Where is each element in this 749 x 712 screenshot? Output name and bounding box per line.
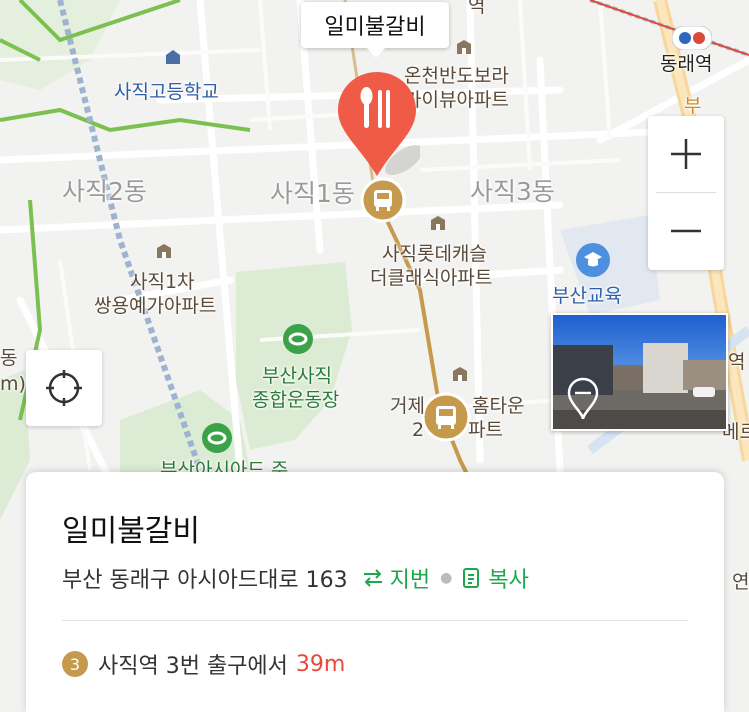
distance-text: 39m: [295, 651, 346, 677]
apartment-label[interactable]: 사직1차: [130, 270, 195, 294]
street-photo: [553, 315, 726, 429]
stadium-label[interactable]: 부산사직: [262, 364, 332, 388]
transit-info[interactable]: 3 사직역 3번 출구에서 39m: [62, 648, 345, 680]
place-info-card[interactable]: 일미불갈비 부산 동래구 아시아드대로 163 지번 ● 복사 3 사직역 3번…: [26, 472, 724, 712]
stadium-icon: [202, 423, 232, 453]
lot-number-label: 지번: [389, 568, 431, 593]
restaurant-pin[interactable]: [334, 70, 420, 180]
district-label: 사직1동: [270, 179, 355, 208]
roadview-thumbnail[interactable]: [551, 313, 728, 431]
apartment-label[interactable]: 쌍용예가아파트: [94, 294, 216, 318]
map-label: 연: [732, 571, 749, 593]
plus-icon: [671, 139, 701, 169]
education-label[interactable]: 부산교육: [552, 284, 622, 308]
apartment-label[interactable]: 거제: [390, 394, 425, 418]
apartment-label[interactable]: 사직롯데캐슬: [382, 242, 487, 266]
lot-number-toggle[interactable]: 지번: [362, 562, 430, 594]
stadium-icon: [283, 324, 313, 354]
subway-station-icon: [360, 177, 406, 223]
crosshair-icon: [46, 370, 82, 406]
separator-dot: ●: [440, 570, 453, 586]
station-icon: [672, 26, 712, 50]
map-label: 역: [728, 351, 746, 373]
building-icon: [453, 367, 467, 381]
map-label: 역: [468, 0, 486, 17]
district-label: 사직3동: [470, 177, 555, 206]
place-title: 일미불갈비: [62, 514, 200, 549]
address-row: 부산 동래구 아시아드대로 163 지번 ● 복사: [62, 562, 529, 594]
building-icon: [431, 216, 445, 230]
divider: [62, 620, 688, 621]
place-callout[interactable]: 일미불갈비: [301, 2, 449, 58]
zoom-in-button[interactable]: [648, 116, 724, 192]
apartment-label[interactable]: 홈타운: [472, 394, 524, 418]
swap-icon: [363, 569, 382, 587]
apartment-label[interactable]: 파트: [468, 418, 503, 442]
map-label: m): [0, 373, 26, 395]
zoom-control: [648, 116, 724, 270]
copy-label: 복사: [488, 568, 529, 593]
map-label: 동: [0, 347, 18, 369]
district-label: 사직2동: [62, 177, 147, 206]
subway-line-badge: 3: [62, 651, 88, 677]
apartment-label[interactable]: 2: [412, 418, 424, 442]
road-label: 부: [684, 95, 702, 117]
building-icon: [457, 40, 471, 54]
school-label[interactable]: 사직고등학교: [114, 80, 219, 104]
zoom-out-button[interactable]: [648, 193, 724, 269]
apartment-label[interactable]: 더클래식아파트: [370, 266, 492, 290]
building-icon: [157, 244, 171, 258]
address-text: 부산 동래구 아시아드대로 163: [62, 568, 348, 593]
stadium-label[interactable]: 종합운동장: [252, 388, 339, 412]
school-icon: [166, 50, 180, 64]
current-location-button[interactable]: [26, 350, 102, 426]
copy-icon: [463, 568, 480, 588]
minus-icon: [671, 229, 701, 233]
transit-text: 사직역 3번 출구에서: [98, 654, 288, 679]
education-icon: [576, 243, 610, 277]
copy-button[interactable]: 복사: [462, 562, 529, 594]
subway-station-icon: [421, 392, 471, 442]
station-label[interactable]: 동래역: [660, 52, 712, 76]
